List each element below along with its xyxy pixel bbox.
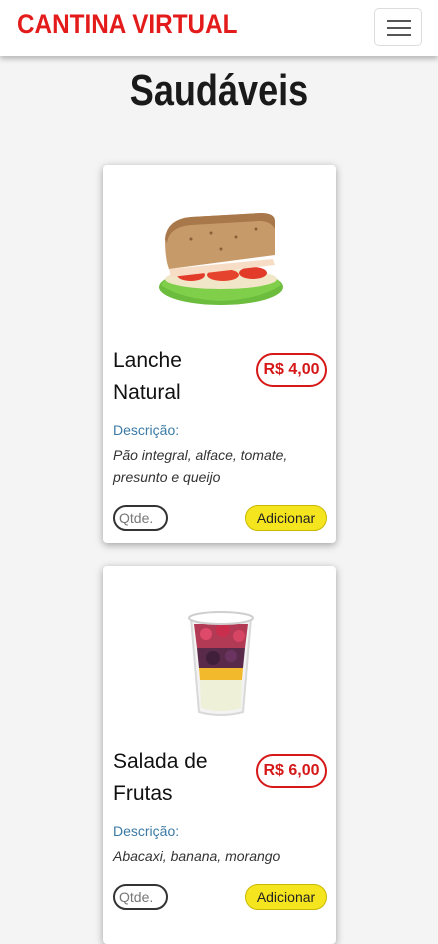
quantity-input[interactable] — [113, 884, 168, 910]
product-card: Salada de Frutas R$ 6,00 Descrição: Abac… — [103, 566, 336, 944]
add-to-cart-button[interactable]: Adicionar — [245, 505, 327, 531]
page-title: Saudáveis — [129, 66, 309, 115]
navbar: CANTINA VIRTUAL — [0, 0, 438, 56]
description-text: Pão integral, alface, tomate, presunto e… — [113, 447, 288, 485]
product-name: Salada de Frutas — [113, 750, 208, 805]
description-label: Descrição: — [113, 823, 180, 839]
price-badge: R$ 6,00 — [256, 754, 327, 788]
description-text: Abacaxi, banana, morango — [113, 848, 281, 864]
description-label: Descrição: — [113, 422, 180, 438]
product-name: Lanche Natural — [113, 349, 182, 404]
brand-logo-text[interactable]: CANTINA VIRTUAL — [17, 9, 237, 40]
product-card: Lanche Natural R$ 4,00 Descrição: Pão in… — [103, 165, 336, 543]
fruit-salad-cup-image — [151, 600, 291, 720]
menu-toggle-button[interactable] — [374, 8, 422, 46]
add-to-cart-button[interactable]: Adicionar — [245, 884, 327, 910]
sandwich-image — [151, 199, 291, 319]
price-badge: R$ 4,00 — [256, 353, 327, 387]
quantity-input[interactable] — [113, 505, 168, 531]
